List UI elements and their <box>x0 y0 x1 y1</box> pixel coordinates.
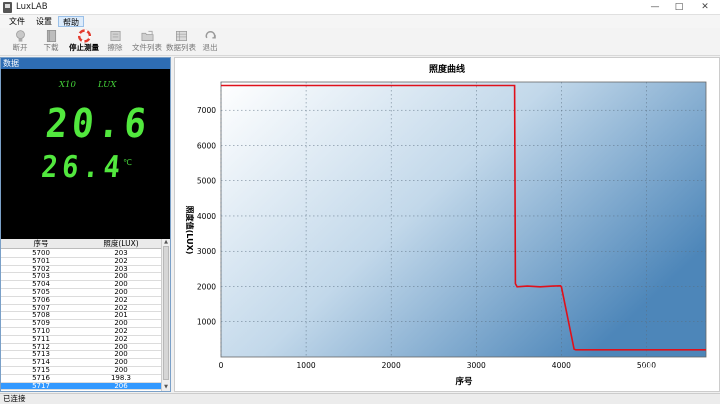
scroll-down-arrow[interactable]: ▼ <box>162 384 170 391</box>
y-tick-label: 6000 <box>197 141 216 150</box>
download-label: 下载 <box>43 43 59 52</box>
scroll-up-arrow[interactable]: ▲ <box>162 239 170 246</box>
table-row[interactable]: 5705 200 <box>1 288 161 297</box>
eraser-icon <box>109 30 121 42</box>
connection-status: 已连接 <box>3 394 26 403</box>
window-title: LuxLAB <box>16 2 48 12</box>
temperature-reading: 26.4 <box>39 150 127 185</box>
cell-lux: 206 <box>114 381 128 390</box>
maximize-button[interactable]: □ <box>668 0 690 15</box>
lifebuoy-icon <box>77 29 91 43</box>
menu-settings[interactable]: 设置 <box>32 16 56 27</box>
file-list-button[interactable]: 文件列表 <box>130 29 164 55</box>
erase-button[interactable]: 擦除 <box>104 29 126 55</box>
menu-bar: 文件 设置 帮助 <box>0 15 720 28</box>
status-bar: 已连接 <box>0 393 720 404</box>
erase-label: 擦除 <box>107 43 123 52</box>
table-scrollbar[interactable]: ▲ ▼ <box>161 239 170 391</box>
folder-icon <box>141 30 153 42</box>
toolbar: 断开 下载 停止测量 擦除 文件列表 数据列表 退出 <box>0 28 720 56</box>
data-table: 序号 照度(LUX) 5700 203 5701 202 5702 203 5703 200 5… <box>1 239 170 391</box>
data-list-button[interactable]: 数据列表 <box>164 29 198 55</box>
y-tick-label: 3000 <box>197 247 216 256</box>
table-row[interactable]: 5707 202 <box>1 304 161 313</box>
x-tick-label: 3000 <box>467 361 486 370</box>
y-tick-label: 7000 <box>197 106 216 115</box>
y-tick-label: 4000 <box>197 212 216 221</box>
chart-title: 照度曲线 <box>429 63 465 75</box>
table-row[interactable]: 5712 200 <box>1 343 161 352</box>
table-row[interactable]: 5701 202 <box>1 257 161 266</box>
chart-panel: 照度曲线 0 1000 2000 3000 4000 5000 1000 2000 3000 40… <box>174 57 720 392</box>
exit-icon <box>205 31 216 39</box>
watermark-text: 值 | 什么值得买 <box>613 362 711 378</box>
y-axis-label: 照度值(LUX) <box>185 206 195 255</box>
data-panel-title: 数据 <box>1 58 170 69</box>
cell-index: 5717 <box>32 381 50 390</box>
app-window: LuxLAB — □ ✕ 文件 设置 帮助 断开 下载 停止测量 擦除 文件列表… <box>0 0 720 404</box>
header-index[interactable]: 序号 <box>1 239 81 249</box>
close-button[interactable]: ✕ <box>694 0 716 15</box>
illuminance-chart: 照度曲线 0 1000 2000 3000 4000 5000 1000 2000 3000 40… <box>185 63 707 387</box>
table-row[interactable]: 5706 202 <box>1 296 161 305</box>
menu-help[interactable]: 帮助 <box>58 16 84 27</box>
table-row[interactable]: 5710 202 <box>1 327 161 336</box>
disconnect-label: 断开 <box>12 43 28 52</box>
book-icon <box>46 30 56 42</box>
app-icon <box>3 2 12 13</box>
table-row[interactable]: 5700 203 <box>1 249 161 258</box>
table-row[interactable]: 5711 202 <box>1 335 161 344</box>
title-bar: LuxLAB — □ ✕ <box>0 0 720 15</box>
x-tick-label: 0 <box>219 361 224 370</box>
plot-area <box>220 81 707 358</box>
lux-reading: 20.6 <box>43 101 153 147</box>
x-axis-label: 序号 <box>454 376 473 387</box>
table-row[interactable]: 5716 198.3 <box>1 374 161 383</box>
stop-measure-label: 停止测量 <box>69 43 99 52</box>
table-row[interactable]: 5709 200 <box>1 319 161 328</box>
y-tick-label: 5000 <box>197 177 216 186</box>
table-row[interactable]: 5713 200 <box>1 351 161 360</box>
table-row[interactable]: 5704 200 <box>1 280 161 289</box>
table-icon <box>175 30 187 42</box>
y-tick-label: 1000 <box>197 318 216 327</box>
menu-file[interactable]: 文件 <box>5 16 29 27</box>
exit-button[interactable]: 退出 <box>199 29 221 55</box>
minimize-button[interactable]: — <box>644 0 666 15</box>
lcd-display: X10 LUX 20.6 26.4 ℃ <box>1 69 170 239</box>
lcd-multiplier: X10 <box>59 80 76 90</box>
data-panel: 数据 X10 LUX 20.6 26.4 ℃ 序号 照度(LUX) 5700 20… <box>0 57 171 392</box>
x-tick-label: 1000 <box>297 361 316 370</box>
table-row[interactable]: 5703 200 <box>1 273 161 282</box>
download-button[interactable]: 下载 <box>40 29 62 55</box>
table-row[interactable]: 5702 203 <box>1 265 161 274</box>
stop-measure-button[interactable]: 停止测量 <box>67 29 101 55</box>
exit-label: 退出 <box>202 43 218 52</box>
table-row[interactable]: 5708 201 <box>1 312 161 321</box>
y-tick-label: 2000 <box>197 282 216 291</box>
temperature-unit: ℃ <box>123 158 132 167</box>
file-list-label: 文件列表 <box>132 43 162 52</box>
x-tick-label: 4000 <box>552 361 571 370</box>
x-tick-label: 2000 <box>382 361 401 370</box>
scroll-thumb[interactable] <box>163 246 169 380</box>
disconnect-button[interactable]: 断开 <box>9 29 31 55</box>
table-row[interactable]: 5714 200 <box>1 358 161 367</box>
header-lux[interactable]: 照度(LUX) <box>81 239 161 249</box>
table-header: 序号 照度(LUX) <box>1 239 161 249</box>
data-list-label: 数据列表 <box>166 43 196 52</box>
bulb-icon <box>15 30 25 42</box>
table-row[interactable]: 5715 200 <box>1 366 161 375</box>
table-row[interactable]: 5717 206 <box>1 381 161 391</box>
lcd-unit: LUX <box>98 80 117 90</box>
